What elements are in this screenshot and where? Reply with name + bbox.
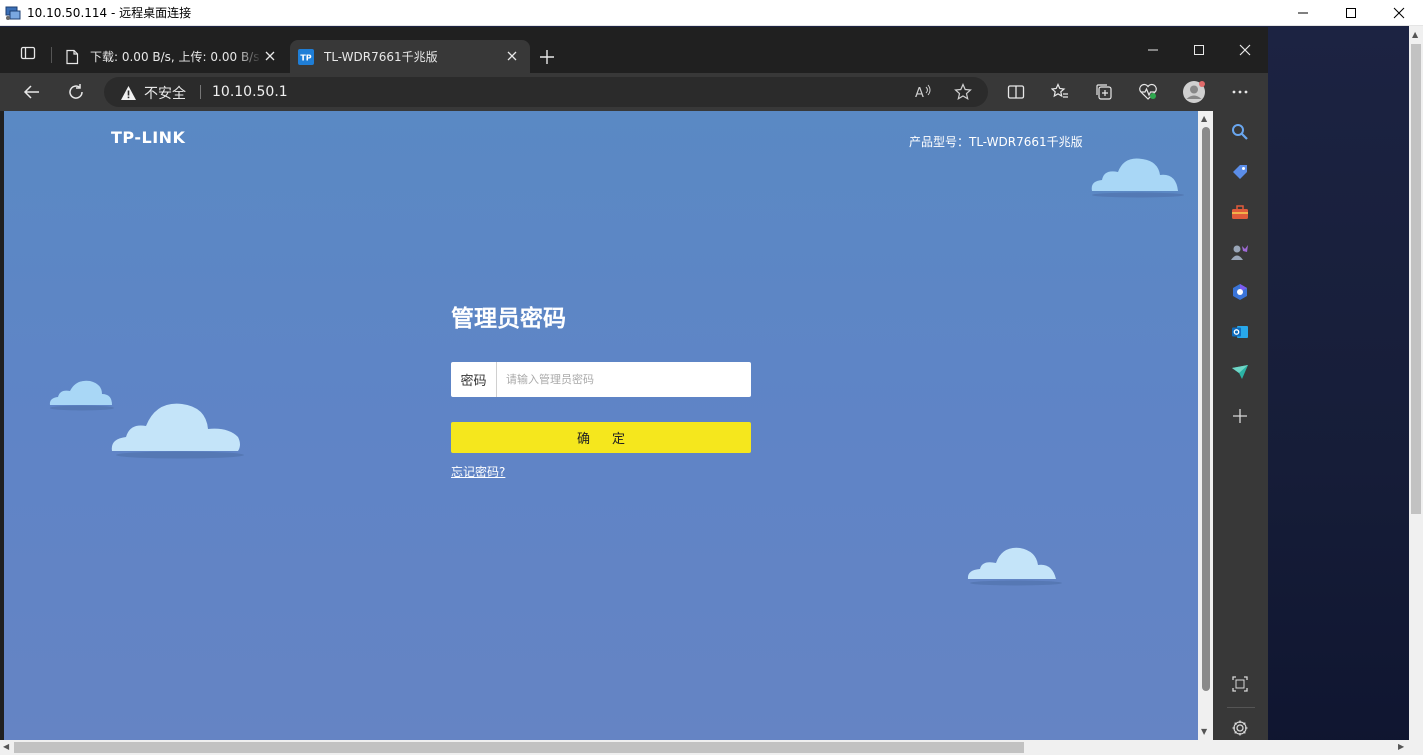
rdp-minimize-button[interactable] xyxy=(1279,0,1327,26)
back-arrow-icon xyxy=(23,85,39,99)
split-screen-icon xyxy=(1007,85,1025,99)
search-icon[interactable] xyxy=(1229,121,1251,143)
password-label: 密码 xyxy=(451,362,497,397)
close-icon xyxy=(1393,7,1405,19)
tab-separator xyxy=(51,47,52,63)
rdp-maximize-button[interactable] xyxy=(1327,0,1375,26)
minimize-icon xyxy=(1148,49,1158,51)
edge-sidebar xyxy=(1213,111,1268,740)
forgot-password-link[interactable]: 忘记密码? xyxy=(451,463,505,480)
security-indicator[interactable]: 不安全 xyxy=(120,83,186,103)
tag-icon[interactable] xyxy=(1229,161,1251,183)
scroll-left-arrow-icon[interactable]: ◀ xyxy=(3,742,9,751)
more-dots-icon xyxy=(1232,90,1248,94)
page-viewport: TP-LINK 产品型号：TL-WDR7661千兆版 管理员密码 密码 确定 忘… xyxy=(4,111,1198,740)
security-label: 不安全 xyxy=(144,86,186,102)
rdp-window-title: 10.10.50.114 - 远程桌面连接 xyxy=(27,6,192,20)
cloud-icon xyxy=(967,547,1062,586)
url-text[interactable]: 10.10.50.1 xyxy=(212,84,288,100)
close-icon xyxy=(265,51,275,61)
split-screen-button[interactable] xyxy=(1002,78,1030,106)
favorites-button[interactable] xyxy=(1046,78,1074,106)
rdp-horizontal-scroll-thumb[interactable] xyxy=(14,742,1024,753)
rdp-horizontal-scrollbar[interactable]: ◀ ▶ xyxy=(0,740,1423,755)
browser-maximize-button[interactable] xyxy=(1176,35,1222,65)
password-field-group: 密码 xyxy=(451,362,751,397)
tab-close-button[interactable] xyxy=(262,48,278,64)
scroll-up-arrow-icon[interactable]: ▲ xyxy=(1412,30,1418,39)
login-title: 管理员密码 xyxy=(451,306,566,332)
rdp-vertical-scroll-thumb[interactable] xyxy=(1411,44,1421,514)
new-tab-button[interactable] xyxy=(537,47,557,67)
tab-strip: 下载: 0.00 B/s, 上传: 0.00 B/s - Ar TP TL-WD… xyxy=(0,27,1268,73)
heart-pulse-icon xyxy=(1139,83,1157,100)
rdp-close-button[interactable] xyxy=(1375,0,1423,26)
cloud-icon xyxy=(49,380,114,411)
remote-desktop-icon xyxy=(5,5,21,21)
avatar-icon xyxy=(1183,81,1205,103)
svg-text:TP: TP xyxy=(300,53,311,62)
tab-actions-button[interactable] xyxy=(14,39,42,67)
tp-favicon: TP xyxy=(298,48,314,65)
plus-icon xyxy=(540,50,554,64)
password-input[interactable] xyxy=(497,362,751,397)
browser-essentials-button[interactable] xyxy=(1134,78,1162,106)
sidebar-separator xyxy=(1227,707,1255,708)
read-aloud-icon[interactable]: A xyxy=(912,81,934,103)
collections-icon xyxy=(1096,84,1112,100)
refresh-button[interactable] xyxy=(62,78,90,106)
address-bar[interactable]: 不安全 10.10.50.1 A xyxy=(104,77,988,107)
browser-minimize-button[interactable] xyxy=(1130,35,1176,65)
minimize-icon xyxy=(1298,12,1308,14)
maximize-icon xyxy=(1194,45,1204,55)
page-icon xyxy=(64,49,80,65)
toolbox-icon[interactable] xyxy=(1229,201,1251,223)
tp-link-logo: TP-LINK xyxy=(111,128,186,147)
address-separator xyxy=(200,85,201,99)
profile-button[interactable] xyxy=(1180,78,1208,106)
send-icon[interactable] xyxy=(1229,361,1251,383)
browser-window: 下载: 0.00 B/s, 上传: 0.00 B/s - Ar TP TL-WD… xyxy=(0,27,1268,740)
browser-close-button[interactable] xyxy=(1222,35,1268,65)
refresh-icon xyxy=(69,84,83,99)
tab-download-status[interactable]: 下载: 0.00 B/s, 上传: 0.00 B/s - Ar xyxy=(56,40,288,73)
collections-button[interactable] xyxy=(1090,78,1118,106)
tab-title: TL-WDR7661千兆版 xyxy=(324,50,438,64)
favorite-star-icon[interactable] xyxy=(952,81,974,103)
tab-actions-icon xyxy=(20,46,36,60)
favorites-icon xyxy=(1051,83,1068,98)
people-icon[interactable] xyxy=(1229,241,1251,263)
more-menu-button[interactable] xyxy=(1226,78,1254,106)
rdp-vertical-scrollbar[interactable]: ▲ xyxy=(1409,26,1423,740)
close-icon xyxy=(1239,44,1251,56)
tab-title: 下载: 0.00 B/s, 上传: 0.00 B/s - Ar xyxy=(90,50,262,64)
warning-icon xyxy=(120,85,137,101)
settings-icon[interactable] xyxy=(1229,717,1251,739)
rdp-titlebar: 10.10.50.114 - 远程桌面连接 xyxy=(0,0,1423,26)
back-button[interactable] xyxy=(18,78,46,106)
svg-text:A: A xyxy=(915,86,924,101)
close-icon xyxy=(507,51,517,61)
scroll-right-arrow-icon[interactable]: ▶ xyxy=(1398,742,1404,751)
scroll-down-arrow-icon[interactable]: ▼ xyxy=(1201,727,1207,736)
confirm-button[interactable]: 确定 xyxy=(451,422,751,453)
scroll-up-arrow-icon[interactable]: ▲ xyxy=(1201,114,1207,123)
copilot-icon[interactable] xyxy=(1229,281,1251,303)
screenshot-icon[interactable] xyxy=(1229,673,1251,695)
cloud-icon xyxy=(111,403,244,459)
tab-router-login[interactable]: TP TL-WDR7661千兆版 xyxy=(290,40,530,73)
tab-close-button[interactable] xyxy=(504,48,520,64)
cloud-icon xyxy=(1091,158,1184,198)
page-scroll-thumb[interactable] xyxy=(1202,127,1210,691)
add-icon[interactable] xyxy=(1229,405,1251,427)
maximize-icon xyxy=(1346,8,1356,18)
browser-toolbar: 不安全 10.10.50.1 A xyxy=(0,73,1268,111)
outlook-icon[interactable] xyxy=(1229,321,1251,343)
page-vertical-scrollbar[interactable]: ▲ ▼ xyxy=(1198,111,1213,740)
product-model-label: 产品型号：TL-WDR7661千兆版 xyxy=(909,135,1083,149)
